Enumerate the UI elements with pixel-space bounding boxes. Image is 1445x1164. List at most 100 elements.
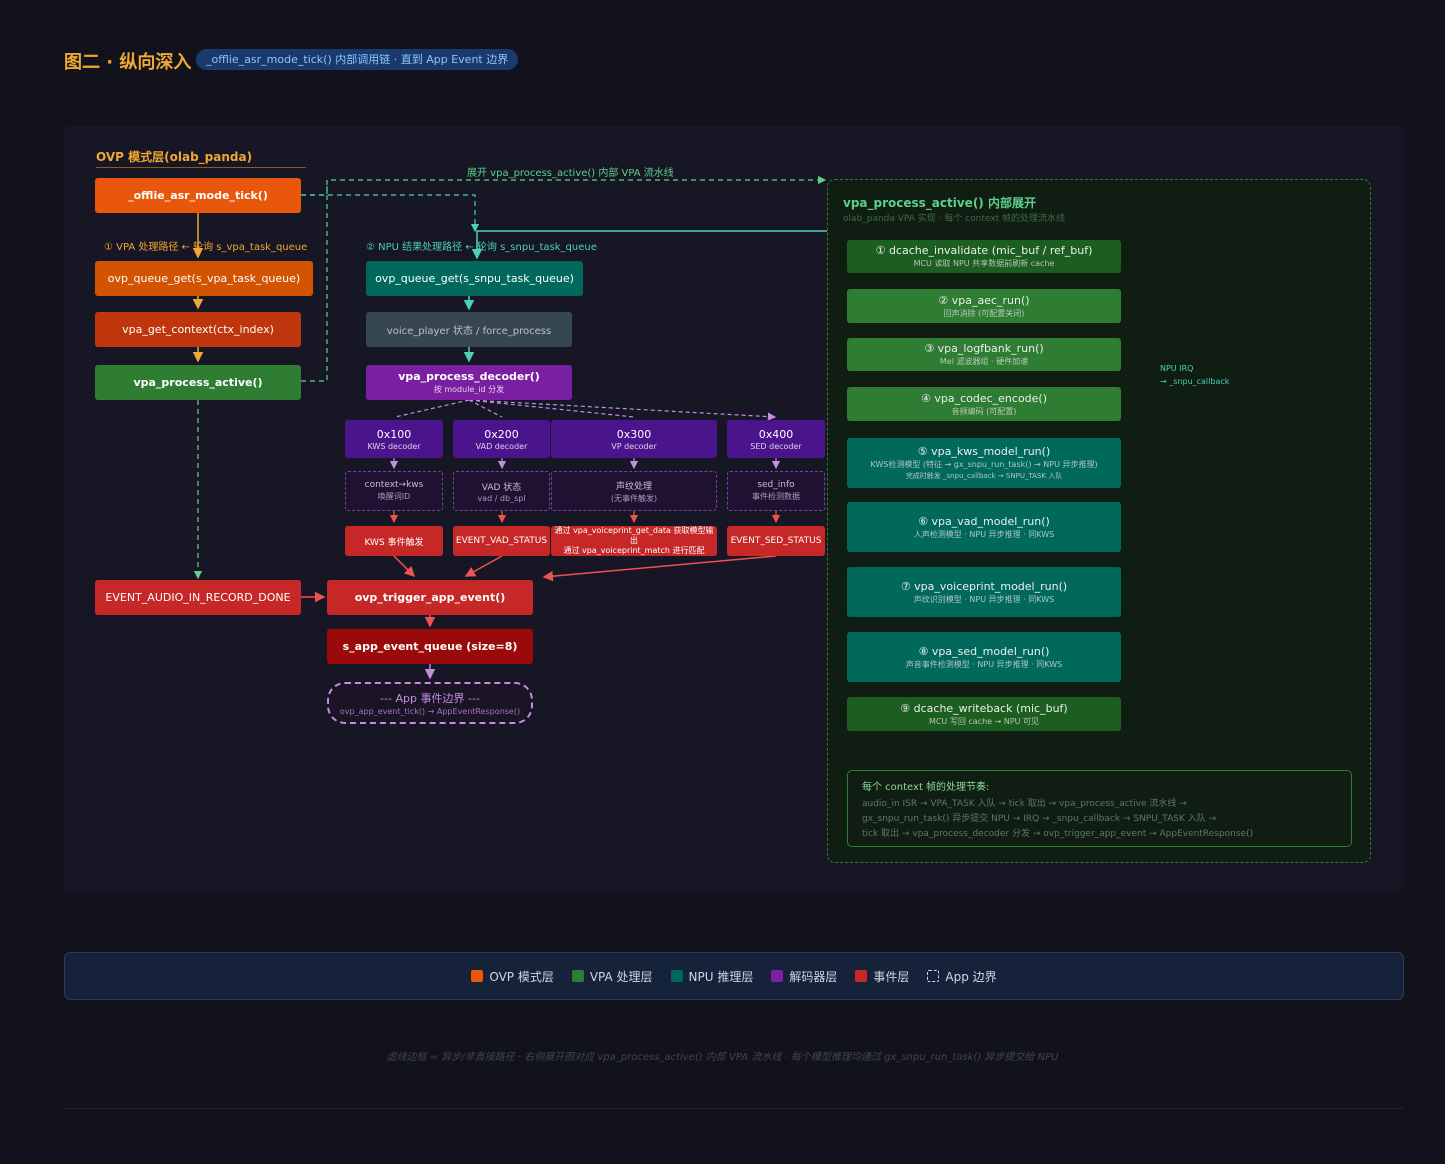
- legend-item-app-boundary: App 边界: [927, 968, 997, 985]
- layer-label-ovp: OVP 模式层(olab_panda): [96, 148, 306, 168]
- legend-item-decoder: 解码器层: [771, 968, 837, 985]
- pipeline-step-4[interactable]: ④ vpa_codec_encode() 音频编码 (可配置): [847, 387, 1121, 421]
- step-sub: 人声检测模型 · NPU 异步推理 · 同KWS: [913, 529, 1055, 539]
- step-sub: 回声消除 (可配置关闭): [943, 308, 1025, 318]
- state-sub: (无事件触发): [610, 493, 658, 503]
- boundary-sub: ovp_app_event_tick() → AppEventResponse(…: [339, 707, 521, 716]
- legend-swatch: [771, 970, 784, 982]
- vad-state-node[interactable]: VAD 状态 vad / db_spl: [453, 471, 550, 511]
- step-title: ④ vpa_codec_encode(): [920, 391, 1048, 405]
- legend-swatch: [927, 970, 940, 982]
- step-title: ⑧ vpa_sed_model_run(): [918, 644, 1050, 658]
- pipeline-step-8[interactable]: ⑧ vpa_sed_model_run() 声音事件检测模型 · NPU 异步推…: [847, 632, 1121, 682]
- summary-line: gx_snpu_run_task() 异步提交 NPU → IRQ → _snp…: [862, 814, 1217, 824]
- state-label: VAD 状态: [481, 482, 522, 493]
- voice-player-node[interactable]: voice_player 状态 / force_process: [366, 312, 572, 347]
- step-sub: MCU 写回 cache → NPU 可见: [928, 716, 1040, 726]
- legend-swatch: [571, 970, 584, 982]
- step-title: ⑦ vpa_voiceprint_model_run(): [900, 579, 1068, 593]
- state-sub: 事件检测数据: [752, 492, 800, 501]
- step-title: ⑨ dcache_writeback (mic_buf): [900, 701, 1068, 715]
- pipeline-step-9[interactable]: ⑨ dcache_writeback (mic_buf) MCU 写回 cach…: [847, 697, 1121, 731]
- vp-event-node[interactable]: 通过 vpa_voiceprint_get_data 获取模型输出 通过 vpa…: [551, 526, 717, 556]
- step-sub: MCU 读取 NPU 共享数据前刷新 cache: [913, 259, 1055, 268]
- pipeline-step-5[interactable]: ⑤ vpa_kws_model_run() KWS检测模型 (特征 → gx_s…: [847, 438, 1121, 488]
- sed-state-node[interactable]: sed_info 事件检测数据: [727, 471, 825, 511]
- legend-item-npu: NPU 推理层: [670, 968, 754, 985]
- decoder-id: 0x400: [758, 427, 794, 441]
- legend-swatch: [855, 970, 868, 982]
- legend-item-event: 事件层: [855, 968, 909, 985]
- npu-path-label: ② NPU 结果处理路径 ← 轮询 s_snpu_task_queue: [366, 242, 597, 253]
- decoder-name: VP decoder: [611, 441, 657, 451]
- kws-decoder-node[interactable]: 0x100 KWS decoder: [345, 420, 443, 458]
- step-sub: Mel 滤波器组 · 硬件加速: [939, 357, 1029, 366]
- state-sub: vad / db_spl: [477, 493, 526, 503]
- step-sub: 声音事件检测模型 · NPU 异步推理 · 同KWS: [905, 659, 1063, 669]
- legend-label: 事件层: [873, 969, 910, 984]
- mode-tick-node[interactable]: _offlie_asr_mode_tick(): [95, 178, 301, 213]
- trigger-app-event-node[interactable]: ovp_trigger_app_event(): [327, 580, 533, 615]
- process-active-node[interactable]: vpa_process_active(): [95, 365, 301, 400]
- vp-event-line1: 通过 vpa_voiceprint_get_data 获取模型输出: [554, 526, 714, 545]
- step-sub: KWS检测模型 (特征 → gx_snpu_run_task() → NPU 异…: [870, 460, 1098, 469]
- legend: OVP 模式层 VPA 处理层 NPU 推理层 解码器层 事件层 App 边界: [64, 952, 1404, 1000]
- vad-event-node[interactable]: EVENT_VAD_STATUS: [453, 526, 550, 556]
- expanded-title: vpa_process_active() 内部展开: [843, 196, 1036, 210]
- summary-title: 每个 context 帧的处理节奏:: [862, 782, 990, 793]
- vpa-path-label: ① VPA 处理路径 ← 轮询 s_vpa_task_queue: [104, 242, 308, 253]
- legend-swatch: [471, 970, 484, 982]
- pipeline-step-3[interactable]: ③ vpa_logfbank_run() Mel 滤波器组 · 硬件加速: [847, 338, 1121, 371]
- step-sub: 声纹识别模型 · NPU 异步推理 · 同KWS: [913, 594, 1055, 604]
- summary-box: 每个 context 帧的处理节奏: audio_in ISR → VPA_TA…: [847, 770, 1352, 847]
- process-decoder-node[interactable]: vpa_process_decoder() 按 module_id 分发: [366, 365, 572, 400]
- audio-done-event-node[interactable]: EVENT_AUDIO_IN_RECORD_DONE: [95, 580, 301, 615]
- summary-line: tick 取出 → vpa_process_decoder 分发 → ovp_t…: [862, 829, 1254, 839]
- step-sub2: 完成时触发 _snpu_callback → SNPU_TASK 入队: [905, 472, 1063, 480]
- state-sub: 唤醒词ID: [377, 492, 411, 501]
- legend-swatch: [670, 970, 683, 982]
- step-title: ① dcache_invalidate (mic_buf / ref_buf): [875, 244, 1093, 257]
- queue-get-vpa-node[interactable]: ovp_queue_get(s_vpa_task_queue): [95, 261, 313, 296]
- vp-decoder-node[interactable]: 0x300 VP decoder: [551, 420, 717, 458]
- app-boundary-node[interactable]: --- App 事件边界 --- ovp_app_event_tick() → …: [327, 682, 533, 724]
- decoder-id: 0x200: [484, 427, 519, 441]
- footer-note: 虚线边框 = 异步/非直接路径 · 右侧展开图对应 vpa_process_ac…: [386, 1052, 1059, 1063]
- state-label: sed_info: [757, 480, 795, 490]
- queue-get-snpu-node[interactable]: ovp_queue_get(s_snpu_task_queue): [366, 261, 583, 296]
- kws-event-node[interactable]: KWS 事件触发: [345, 526, 443, 556]
- decoder-name: KWS decoder: [367, 441, 421, 451]
- state-label: context→kws: [364, 480, 424, 490]
- sed-decoder-node[interactable]: 0x400 SED decoder: [727, 420, 825, 458]
- legend-label: NPU 推理层: [688, 969, 754, 984]
- npu-irq-label: NPU IRQ: [1160, 364, 1194, 373]
- expanded-subtitle: olab_panda VPA 实现 · 每个 context 帧的处理流水线: [843, 214, 1066, 224]
- step-title: ③ vpa_logfbank_run(): [924, 342, 1044, 355]
- step-title: ② vpa_aec_run(): [938, 293, 1030, 307]
- sed-event-node[interactable]: EVENT_SED_STATUS: [727, 526, 825, 556]
- legend-item-ovp: OVP 模式层: [471, 968, 554, 985]
- divider: [64, 1108, 1404, 1109]
- step-title: ⑤ vpa_kws_model_run(): [917, 445, 1051, 458]
- expand-label: 展开 vpa_process_active() 内部 VPA 流水线: [467, 168, 674, 179]
- kws-state-node[interactable]: context→kws 唤醒词ID: [345, 471, 443, 511]
- decoder-id: 0x100: [376, 427, 412, 441]
- get-context-node[interactable]: vpa_get_context(ctx_index): [95, 312, 301, 347]
- legend-item-vpa: VPA 处理层: [571, 968, 653, 985]
- summary-line: audio_in ISR → VPA_TASK 入队 → tick 取出 → v…: [862, 799, 1187, 809]
- pipeline-step-2[interactable]: ② vpa_aec_run() 回声消除 (可配置关闭): [847, 289, 1121, 323]
- vp-state-node[interactable]: 声纹处理 (无事件触发): [551, 471, 717, 511]
- state-label: 声纹处理: [615, 481, 652, 492]
- app-event-queue-node[interactable]: s_app_event_queue (size=8): [327, 629, 533, 664]
- legend-label: App 边界: [945, 969, 997, 984]
- vp-event-line2: 通过 vpa_voiceprint_match 进行匹配: [563, 546, 705, 555]
- pipeline-step-1[interactable]: ① dcache_invalidate (mic_buf / ref_buf) …: [847, 240, 1121, 273]
- step-sub: 音频编码 (可配置): [951, 406, 1017, 416]
- npu-irq-label2: → _snpu_callback: [1160, 377, 1230, 386]
- pipeline-step-7[interactable]: ⑦ vpa_voiceprint_model_run() 声纹识别模型 · NP…: [847, 567, 1121, 617]
- pipeline-step-6[interactable]: ⑥ vpa_vad_model_run() 人声检测模型 · NPU 异步推理 …: [847, 502, 1121, 552]
- vad-decoder-node[interactable]: 0x200 VAD decoder: [453, 420, 550, 458]
- decoder-id: 0x300: [616, 427, 652, 441]
- process-decoder-title: vpa_process_decoder(): [398, 370, 540, 383]
- process-decoder-sub: 按 module_id 分发: [433, 385, 505, 394]
